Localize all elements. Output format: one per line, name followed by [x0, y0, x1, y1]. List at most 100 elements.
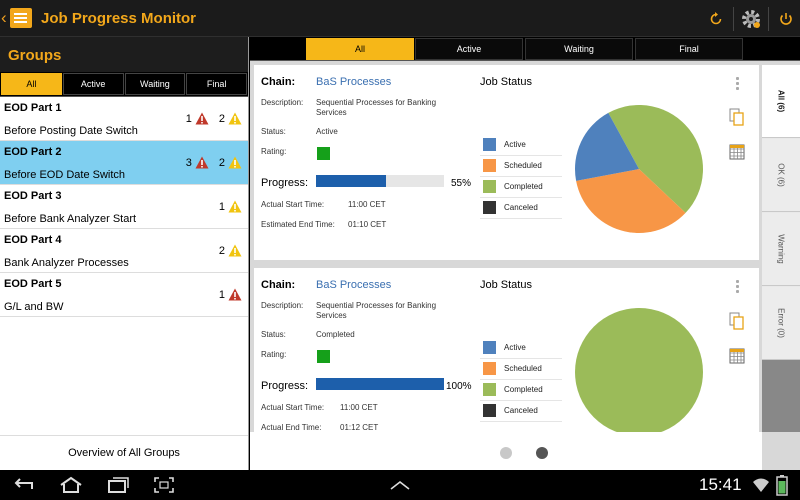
system-navigation-bar: 15:41 [0, 470, 800, 500]
action-separator [733, 6, 734, 31]
side-tab-warning[interactable]: Warning [762, 213, 800, 286]
group-item-eod-part-1[interactable]: EOD Part 1 Before Posting Date Switch 1 … [0, 97, 248, 141]
job-status-title: Job Status [480, 279, 532, 291]
tab-waiting[interactable]: Waiting [525, 38, 633, 60]
chain-name[interactable]: BaS Processes [316, 76, 391, 88]
chain-label: Chain: [261, 76, 296, 88]
progress-percent: 55% [451, 178, 472, 189]
table-view-icon[interactable] [728, 347, 746, 365]
caution-warning-icon [228, 156, 242, 169]
chain-label: Chain: [261, 279, 296, 291]
group-item-eod-part-3[interactable]: EOD Part 3 Before Bank Analyzer Start 1 [0, 185, 248, 229]
chevron-up-icon[interactable] [389, 479, 411, 491]
end-time-label: Actual End Time: [261, 423, 322, 432]
group-name: EOD Part 5 [4, 278, 62, 290]
group-subtitle: Bank Analyzer Processes [4, 257, 129, 269]
back-icon[interactable] [12, 476, 36, 494]
groups-filter-active[interactable]: Active [62, 73, 124, 95]
progress-fill [316, 175, 387, 187]
groups-filter-tabs: All Active Waiting Final [0, 72, 248, 97]
group-name: EOD Part 2 [4, 146, 62, 158]
progress-bar [316, 378, 444, 390]
description-label: Description: [261, 301, 304, 310]
legend-item-completed: Completed [480, 380, 562, 401]
status-filter-tabs: All Active Waiting Final [250, 37, 800, 61]
group-subtitle: G/L and BW [4, 301, 64, 313]
groups-filter-waiting[interactable]: Waiting [124, 73, 186, 95]
warning-count: 2 [218, 112, 225, 125]
rating-label: Rating: [261, 147, 287, 156]
groups-filter-all[interactable]: All [1, 73, 62, 95]
table-view-icon[interactable] [728, 143, 746, 161]
side-tab-all[interactable]: All (6) [762, 65, 800, 138]
description-label: Description: [261, 98, 304, 107]
progress-fill [316, 378, 444, 390]
refresh-button[interactable] [702, 0, 730, 37]
start-time-label: Actual Start Time: [261, 403, 325, 412]
gear-icon [742, 9, 760, 28]
groups-panel: Groups All Active Waiting Final EOD Part… [0, 37, 249, 470]
groups-filter-final[interactable]: Final [186, 73, 247, 95]
group-item-eod-part-2[interactable]: EOD Part 2 Before EOD Date Switch 3 2 [0, 141, 248, 185]
status-value: Active [316, 127, 338, 136]
app-title: Job Progress Monitor [41, 10, 197, 27]
job-status-title: Job Status [480, 76, 532, 88]
home-icon[interactable] [58, 476, 84, 494]
copy-icon[interactable] [728, 108, 746, 126]
legend-item-scheduled: Scheduled [480, 359, 562, 380]
legend-item-scheduled: Scheduled [480, 156, 562, 177]
status-label: Status: [261, 330, 286, 339]
screenshot-icon[interactable] [153, 476, 175, 494]
start-time-label: Actual Start Time: [261, 200, 325, 209]
end-time-value: 01:12 CET [340, 423, 379, 432]
tab-all[interactable]: All [306, 38, 414, 60]
overview-all-groups-button[interactable]: Overview of All Groups [0, 435, 248, 470]
system-clock: 15:41 [699, 475, 742, 494]
wifi-icon [753, 478, 769, 492]
chain-card[interactable]: Chain: BaS Processes Description: Sequen… [254, 268, 759, 434]
job-status-pie [575, 308, 703, 434]
error-count: 1 [185, 112, 192, 125]
group-item-eod-part-5[interactable]: EOD Part 5 G/L and BW 1 [0, 273, 248, 317]
status-label: Status: [261, 127, 286, 136]
action-bar: ‹ Job Progress Monitor [0, 0, 800, 37]
copy-icon[interactable] [728, 312, 746, 330]
group-name: EOD Part 1 [4, 102, 62, 114]
recent-apps-icon[interactable] [106, 476, 130, 494]
description-value: Sequential Processes for Banking Service… [316, 98, 437, 117]
legend-item-active: Active [480, 135, 562, 156]
group-subtitle: Before Bank Analyzer Start [4, 213, 137, 225]
side-tab-filler [762, 360, 800, 432]
progress-label: Progress: [261, 380, 309, 392]
page-dot-2[interactable] [536, 447, 548, 459]
side-tab-ok[interactable]: OK (6) [762, 139, 800, 212]
rating-indicator [317, 147, 330, 160]
power-button[interactable] [772, 0, 800, 37]
chain-name[interactable]: BaS Processes [316, 279, 391, 291]
page-indicator [250, 432, 762, 470]
legend-item-active: Active [480, 338, 562, 359]
start-time-value: 11:00 CET [348, 200, 386, 209]
warning-count: 2 [218, 244, 225, 257]
card-menu-icon[interactable] [736, 77, 740, 92]
groups-header: Groups [0, 37, 248, 72]
rating-indicator [317, 350, 330, 363]
group-name: EOD Part 4 [4, 234, 62, 246]
caution-warning-icon [228, 200, 242, 213]
job-status-legend: Active Scheduled Completed Canceled [480, 135, 562, 219]
tab-final[interactable]: Final [635, 38, 743, 60]
legend-item-canceled: Canceled [480, 198, 562, 219]
settings-button[interactable] [737, 0, 765, 37]
tab-active[interactable]: Active [415, 38, 523, 60]
warning-count: 2 [218, 156, 225, 169]
side-tab-error[interactable]: Error (0) [762, 287, 800, 360]
card-menu-icon[interactable] [736, 280, 740, 295]
error-warning-icon [195, 112, 209, 125]
caution-warning-icon [228, 112, 242, 125]
progress-percent: 100% [446, 381, 472, 392]
group-item-eod-part-4[interactable]: EOD Part 4 Bank Analyzer Processes 2 [0, 229, 248, 273]
chain-content-area: All Active Waiting Final Chain: BaS Proc… [250, 37, 800, 470]
page-dot-1[interactable] [500, 447, 512, 459]
chain-card[interactable]: Chain: BaS Processes Description: Sequen… [254, 65, 759, 260]
app-logo-icon[interactable] [10, 8, 32, 28]
